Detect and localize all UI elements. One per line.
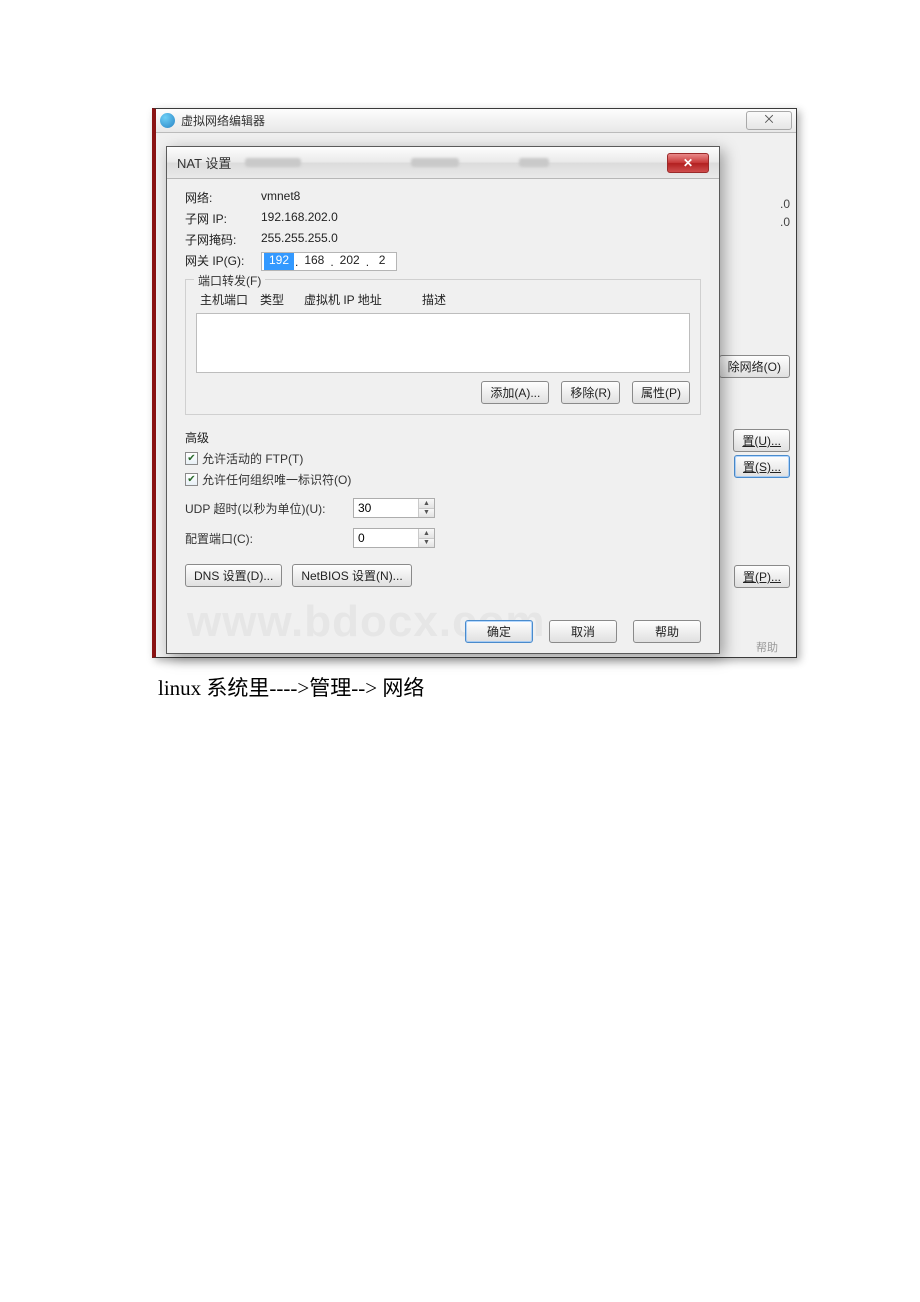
parent-title: 虚拟网络编辑器 (181, 112, 265, 129)
col-vm-ip: 虚拟机 IP 地址 (304, 291, 422, 308)
config-port-label: 配置端口(C): (185, 530, 345, 547)
spin-up-icon[interactable]: ▲ (419, 529, 434, 539)
port-forward-header: 主机端口 类型 虚拟机 IP 地址 描述 (196, 288, 690, 311)
parent-close-button[interactable]: ⨉ (746, 111, 792, 130)
config-port-input[interactable] (354, 529, 418, 547)
subnet-ip-value: 192.168.202.0 (261, 210, 701, 227)
network-label: 网络: (185, 189, 261, 206)
col-desc: 描述 (422, 291, 686, 308)
caption-text: linux 系统里---->管理--> 网络 (158, 672, 800, 702)
subnet-ip-label: 子网 IP: (185, 210, 261, 227)
gateway-oct3[interactable]: 202 (335, 253, 365, 270)
settings-button-u[interactable]: 置(U)... (733, 429, 790, 452)
dns-settings-button[interactable]: DNS 设置(D)... (185, 564, 282, 587)
gateway-oct4[interactable]: 2 (370, 253, 394, 270)
udp-timeout-label: UDP 超时(以秒为单位)(U): (185, 500, 345, 517)
network-value: vmnet8 (261, 189, 701, 206)
cancel-button[interactable]: 取消 (549, 620, 617, 643)
remove-button[interactable]: 移除(R) (561, 381, 620, 404)
help-partial-text: 帮助 (756, 642, 778, 654)
port-forwarding-legend: 端口转发(F) (194, 272, 265, 289)
col-type: 类型 (260, 291, 304, 308)
allow-ftp-label: 允许活动的 FTP(T) (202, 450, 303, 467)
advanced-legend: 高级 (185, 429, 701, 446)
add-button[interactable]: 添加(A)... (481, 381, 549, 404)
close-icon: ✕ (683, 156, 693, 170)
nat-close-button[interactable]: ✕ (667, 153, 709, 173)
config-port-spinner[interactable]: ▲▼ (353, 528, 435, 548)
ok-button[interactable]: 确定 (465, 620, 533, 643)
gateway-ip-input[interactable]: 192 . 168 . 202 . 2 (261, 252, 397, 271)
parent-titlebar: 虚拟网络编辑器 ⨉ (156, 109, 796, 133)
close-icon: ⨉ (765, 114, 774, 127)
netbios-settings-button[interactable]: NetBIOS 设置(N)... (292, 564, 411, 587)
nat-settings-dialog: NAT 设置 ✕ 网络: vmnet8 子网 IP: 192.168.202.0… (166, 146, 720, 654)
subnet-mask-label: 子网掩码: (185, 231, 261, 248)
remove-network-button[interactable]: 除网络(O) (719, 355, 790, 378)
port-forwarding-group: 端口转发(F) 主机端口 类型 虚拟机 IP 地址 描述 添加(A)... 移除… (185, 279, 701, 415)
port-forward-list[interactable] (196, 313, 690, 373)
udp-timeout-spinner[interactable]: ▲▼ (353, 498, 435, 518)
bg-ip-suffix: .0 (780, 213, 790, 231)
spin-down-icon[interactable]: ▼ (419, 509, 434, 518)
app-icon (160, 113, 175, 128)
properties-button[interactable]: 属性(P) (632, 381, 690, 404)
subnet-mask-value: 255.255.255.0 (261, 231, 701, 248)
spin-up-icon[interactable]: ▲ (419, 499, 434, 509)
nat-title: NAT 设置 (177, 153, 231, 172)
gateway-ip-label: 网关 IP(G): (185, 252, 261, 271)
settings-button-p[interactable]: 置(P)... (734, 565, 790, 588)
udp-timeout-input[interactable] (354, 499, 418, 517)
allow-ftp-checkbox[interactable]: ✔ (185, 452, 198, 465)
spin-down-icon[interactable]: ▼ (419, 539, 434, 548)
nat-titlebar[interactable]: NAT 设置 ✕ (167, 147, 719, 179)
help-button[interactable]: 帮助 (633, 620, 701, 643)
allow-oui-checkbox[interactable]: ✔ (185, 473, 198, 486)
settings-button-s[interactable]: 置(S)... (734, 455, 790, 478)
gateway-oct2[interactable]: 168 (299, 253, 329, 270)
gateway-oct1[interactable]: 192 (264, 253, 294, 270)
allow-oui-label: 允许任何组织唯一标识符(O) (202, 471, 351, 488)
bg-ip-suffix: .0 (780, 195, 790, 213)
col-host-port: 主机端口 (200, 291, 260, 308)
